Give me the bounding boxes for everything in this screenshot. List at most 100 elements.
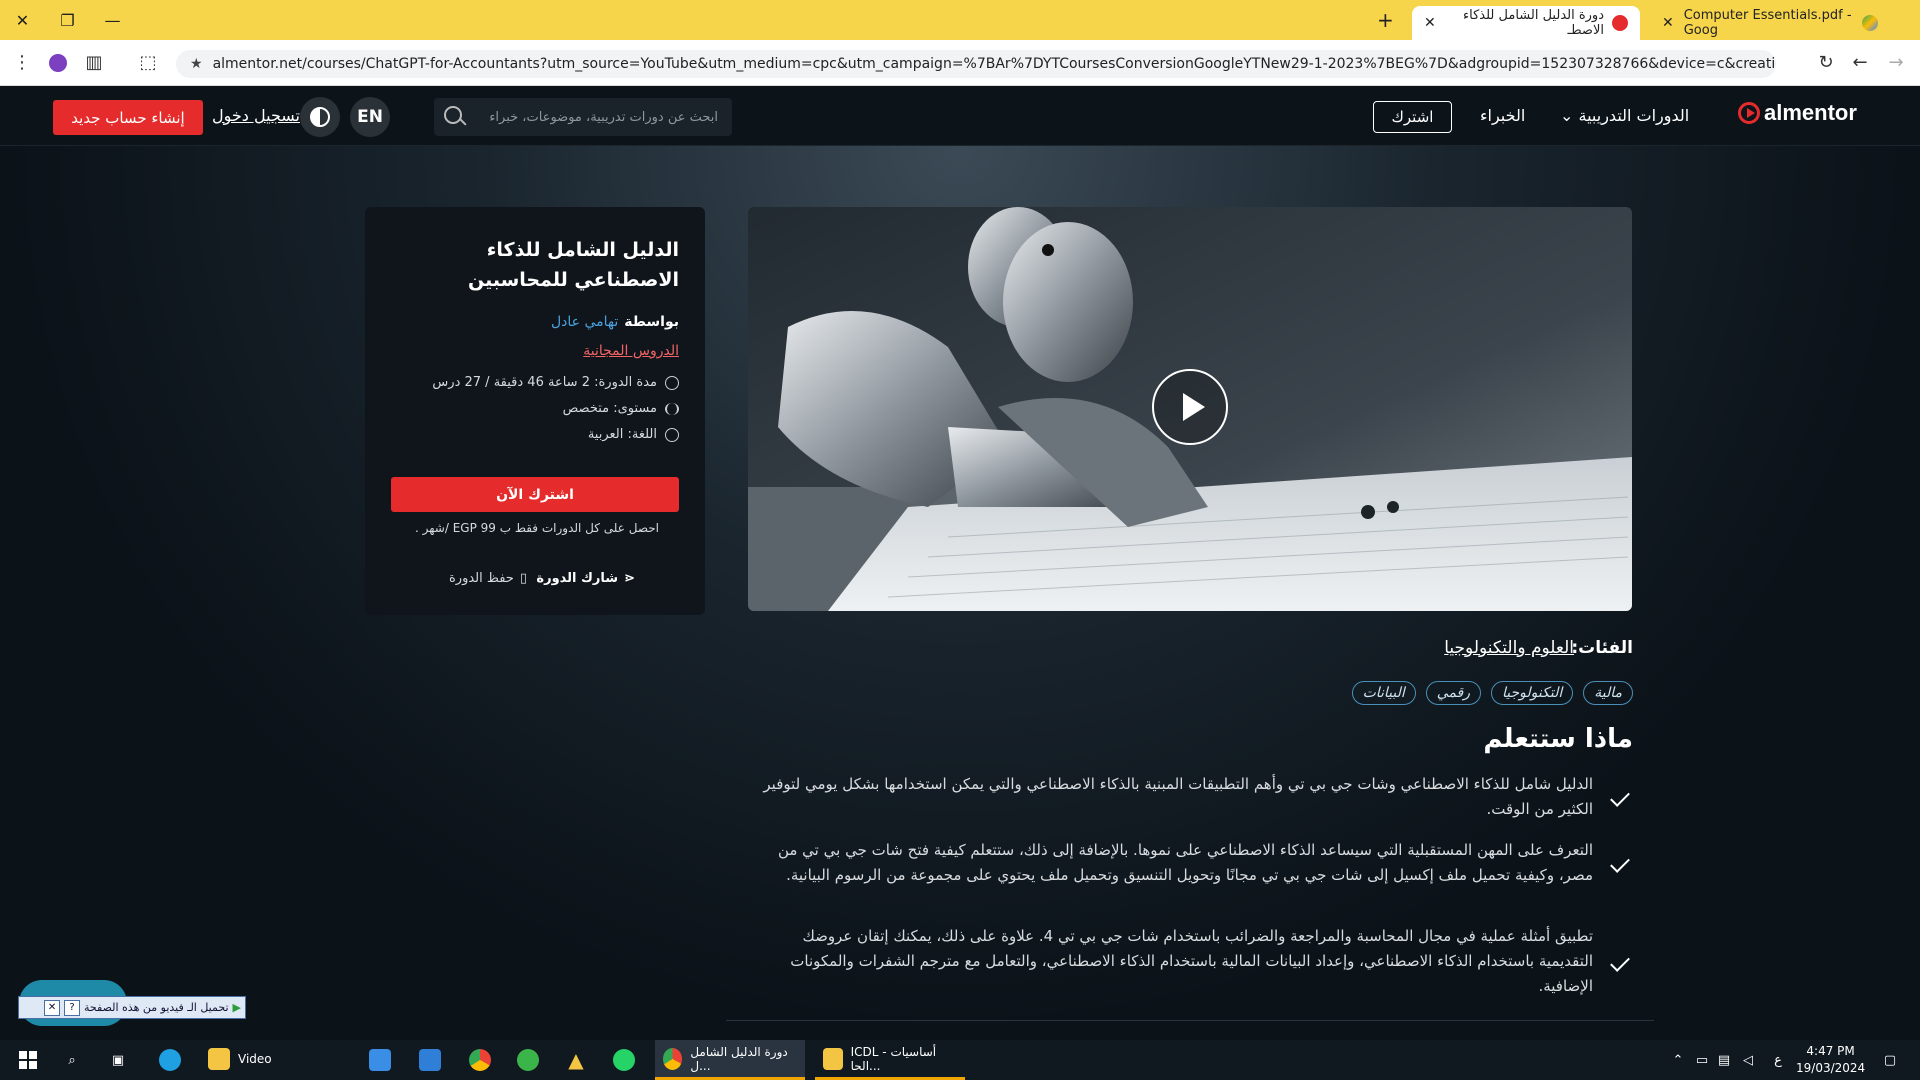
drive-favicon-icon [1862, 15, 1878, 31]
sidebar-icon[interactable]: ▥ [76, 45, 112, 81]
bookmark-star-icon[interactable]: ★ [190, 56, 203, 72]
language-toggle[interactable]: EN [350, 97, 390, 137]
nav-experts-label: الخبراء [1480, 106, 1526, 125]
by-label: بواسطة [624, 314, 679, 330]
whatsapp-icon[interactable] [604, 1040, 644, 1080]
url-bar[interactable]: ★ almentor.net/courses/ChatGPT-for-Accou… [176, 50, 1776, 78]
taskbar-app-label: دورة الدليل الشامل ل... [690, 1044, 788, 1073]
taskbar-chrome-window[interactable]: دورة الدليل الشامل ل... [655, 1040, 805, 1080]
restore-window-icon[interactable]: ❐ [45, 0, 90, 40]
help-icon[interactable]: ? [64, 999, 81, 1016]
logo-play-icon [1738, 102, 1760, 124]
nav-courses-label: الدورات التدريبية [1578, 106, 1690, 125]
profile-avatar[interactable] [40, 45, 76, 81]
bookmark-icon: ▯ [519, 571, 527, 586]
learn-item: تطبيق أمثلة عملية في مجال المحاسبة والمر… [753, 924, 1633, 999]
nav-courses[interactable]: الدورات التدريبية ⌄ [1560, 106, 1689, 125]
close-window-icon[interactable]: ✕ [0, 0, 45, 40]
language-text: اللغة: العربية [587, 427, 657, 442]
register-button[interactable]: إنشاء حساب جديد [53, 100, 203, 135]
ime-indicator[interactable]: ع [1766, 1040, 1790, 1080]
search-input[interactable]: ابحث عن دورات تدريبية، موضوعات، خبراء [434, 98, 732, 136]
course-info-card: الدليل الشامل للذكاء الاصطناعي للمحاسبين… [365, 207, 705, 615]
categories-label: الفئات: [1571, 638, 1633, 658]
tab-title: Computer Essentials.pdf - Goog [1683, 8, 1852, 38]
url-text: almentor.net/courses/ChatGPT-for-Account… [212, 56, 1776, 72]
download-bar-label: تحميل الـ فيديو من هذه الصفحة [84, 1001, 229, 1014]
close-bar-icon[interactable]: ✕ [44, 999, 61, 1016]
chrome-icon[interactable] [460, 1040, 500, 1080]
free-lessons-link[interactable]: الدروس المجانية [583, 343, 679, 359]
tag-chip[interactable]: البيانات [1351, 681, 1416, 705]
save-course-button[interactable]: ▯ حفظ الدورة [449, 571, 527, 586]
tab-title: دورة الدليل الشامل للذكاء الاصطـ [1463, 8, 1604, 38]
tray-chevron-icon[interactable]: ⌃ [1666, 1040, 1690, 1080]
logo-text: almentor [1764, 100, 1857, 125]
tag-chip[interactable]: رقمي [1425, 681, 1482, 705]
duration-text: مدة الدورة: 2 ساعة 46 دقيقة / 27 درس [432, 375, 657, 390]
minimize-window-icon[interactable]: — [90, 0, 135, 40]
subscribe-button[interactable]: اشترك [1373, 101, 1452, 133]
category-link[interactable]: العلوم والتكنولوجيا [1444, 638, 1574, 658]
share-icon: ⋖ [624, 571, 635, 586]
subscribe-now-button[interactable]: اشترك الآن [391, 477, 679, 512]
volume-icon[interactable]: ◁ [1736, 1040, 1760, 1080]
edge-icon[interactable] [150, 1040, 190, 1080]
menu-icon[interactable]: ⋮ [4, 45, 40, 81]
new-tab-icon[interactable]: + [1377, 8, 1394, 32]
almentor-logo[interactable]: almentor [1738, 100, 1857, 126]
start-icon[interactable] [8, 1040, 48, 1080]
taskbar-icdl-window[interactable]: ICDL - أساسيات الحا... [815, 1040, 965, 1080]
search-taskbar-icon[interactable]: ⌕ [52, 1040, 92, 1080]
tag-chip[interactable]: مالية [1583, 681, 1633, 705]
level-bars-icon [665, 402, 679, 415]
theme-toggle-icon[interactable] [300, 97, 340, 137]
tab-pdf[interactable]: Computer Essentials.pdf - Goog ✕ [1650, 6, 1890, 40]
extensions-icon[interactable]: ⬚ [130, 45, 166, 81]
store-icon[interactable] [360, 1040, 400, 1080]
checkmark-icon [1610, 787, 1630, 807]
author-link[interactable]: تهامي عادل [551, 314, 618, 330]
login-link[interactable]: تسجيل دخول [212, 106, 300, 125]
video-folder-label: Video [238, 1051, 272, 1066]
task-view-icon[interactable]: ▣ [98, 1040, 138, 1080]
back-icon[interactable]: ← [1842, 45, 1878, 81]
folder-icon [208, 1047, 230, 1070]
mail-icon[interactable] [410, 1040, 450, 1080]
chrome-small-icon [663, 1047, 683, 1070]
notifications-icon[interactable]: ▢ [1872, 1040, 1908, 1080]
reload-icon[interactable]: ↻ [1808, 45, 1844, 81]
network-app-icon[interactable] [508, 1040, 548, 1080]
learn-section-title: ماذا ستتعلم [1483, 724, 1633, 754]
share-course-button[interactable]: ⋖ شارك الدورة [536, 571, 635, 586]
close-tab-icon[interactable]: ✕ [1424, 15, 1436, 31]
tag-list: البيانات رقمي التكنولوجيا مالية [1351, 681, 1633, 705]
pdf-app-icon [823, 1047, 843, 1070]
learn-item: الدليل شامل للذكاء الاصطناعي وشات جي بي … [753, 772, 1633, 822]
tab-course[interactable]: دورة الدليل الشامل للذكاء الاصطـ ✕ [1412, 6, 1640, 40]
share-label: شارك الدورة [536, 571, 619, 586]
video-download-bar[interactable]: ▶ تحميل الـ فيديو من هذه الصفحة ? ✕ [18, 996, 246, 1019]
section-divider [726, 1020, 1654, 1021]
nav-experts[interactable]: الخبراء [1480, 106, 1525, 125]
taskbar-video-folder[interactable]: Video [200, 1040, 352, 1080]
chevron-down-icon: ⌄ [1560, 106, 1574, 125]
clock-time: 4:47 PM [1806, 1044, 1855, 1058]
network-icon[interactable]: ▤ [1712, 1040, 1736, 1080]
play-green-icon: ▶ [232, 1001, 241, 1014]
clock-icon [665, 375, 679, 390]
checkmark-icon [1610, 951, 1630, 972]
play-video-button[interactable] [1152, 369, 1228, 445]
warning-app-icon[interactable]: ▲ [556, 1040, 596, 1080]
save-label: حفظ الدورة [448, 571, 514, 586]
level-row: مستوى: متخصص [563, 401, 679, 416]
learn-item: التعرف على المهن المستقبلية التي سيساعد … [753, 838, 1633, 888]
author-line: بواسطة تهامي عادل [551, 314, 679, 330]
taskbar-clock[interactable]: 4:47 PM 19/03/2024 [1796, 1043, 1865, 1077]
forward-icon[interactable]: → [1878, 45, 1914, 81]
close-tab-icon[interactable]: ✕ [1662, 15, 1674, 31]
taskbar-app-label: ICDL - أساسيات الحا... [850, 1044, 937, 1073]
tag-chip[interactable]: التكنولوجيا [1491, 681, 1574, 705]
search-icon[interactable] [444, 106, 462, 124]
tray-device-icon[interactable]: ▭ [1690, 1040, 1714, 1080]
